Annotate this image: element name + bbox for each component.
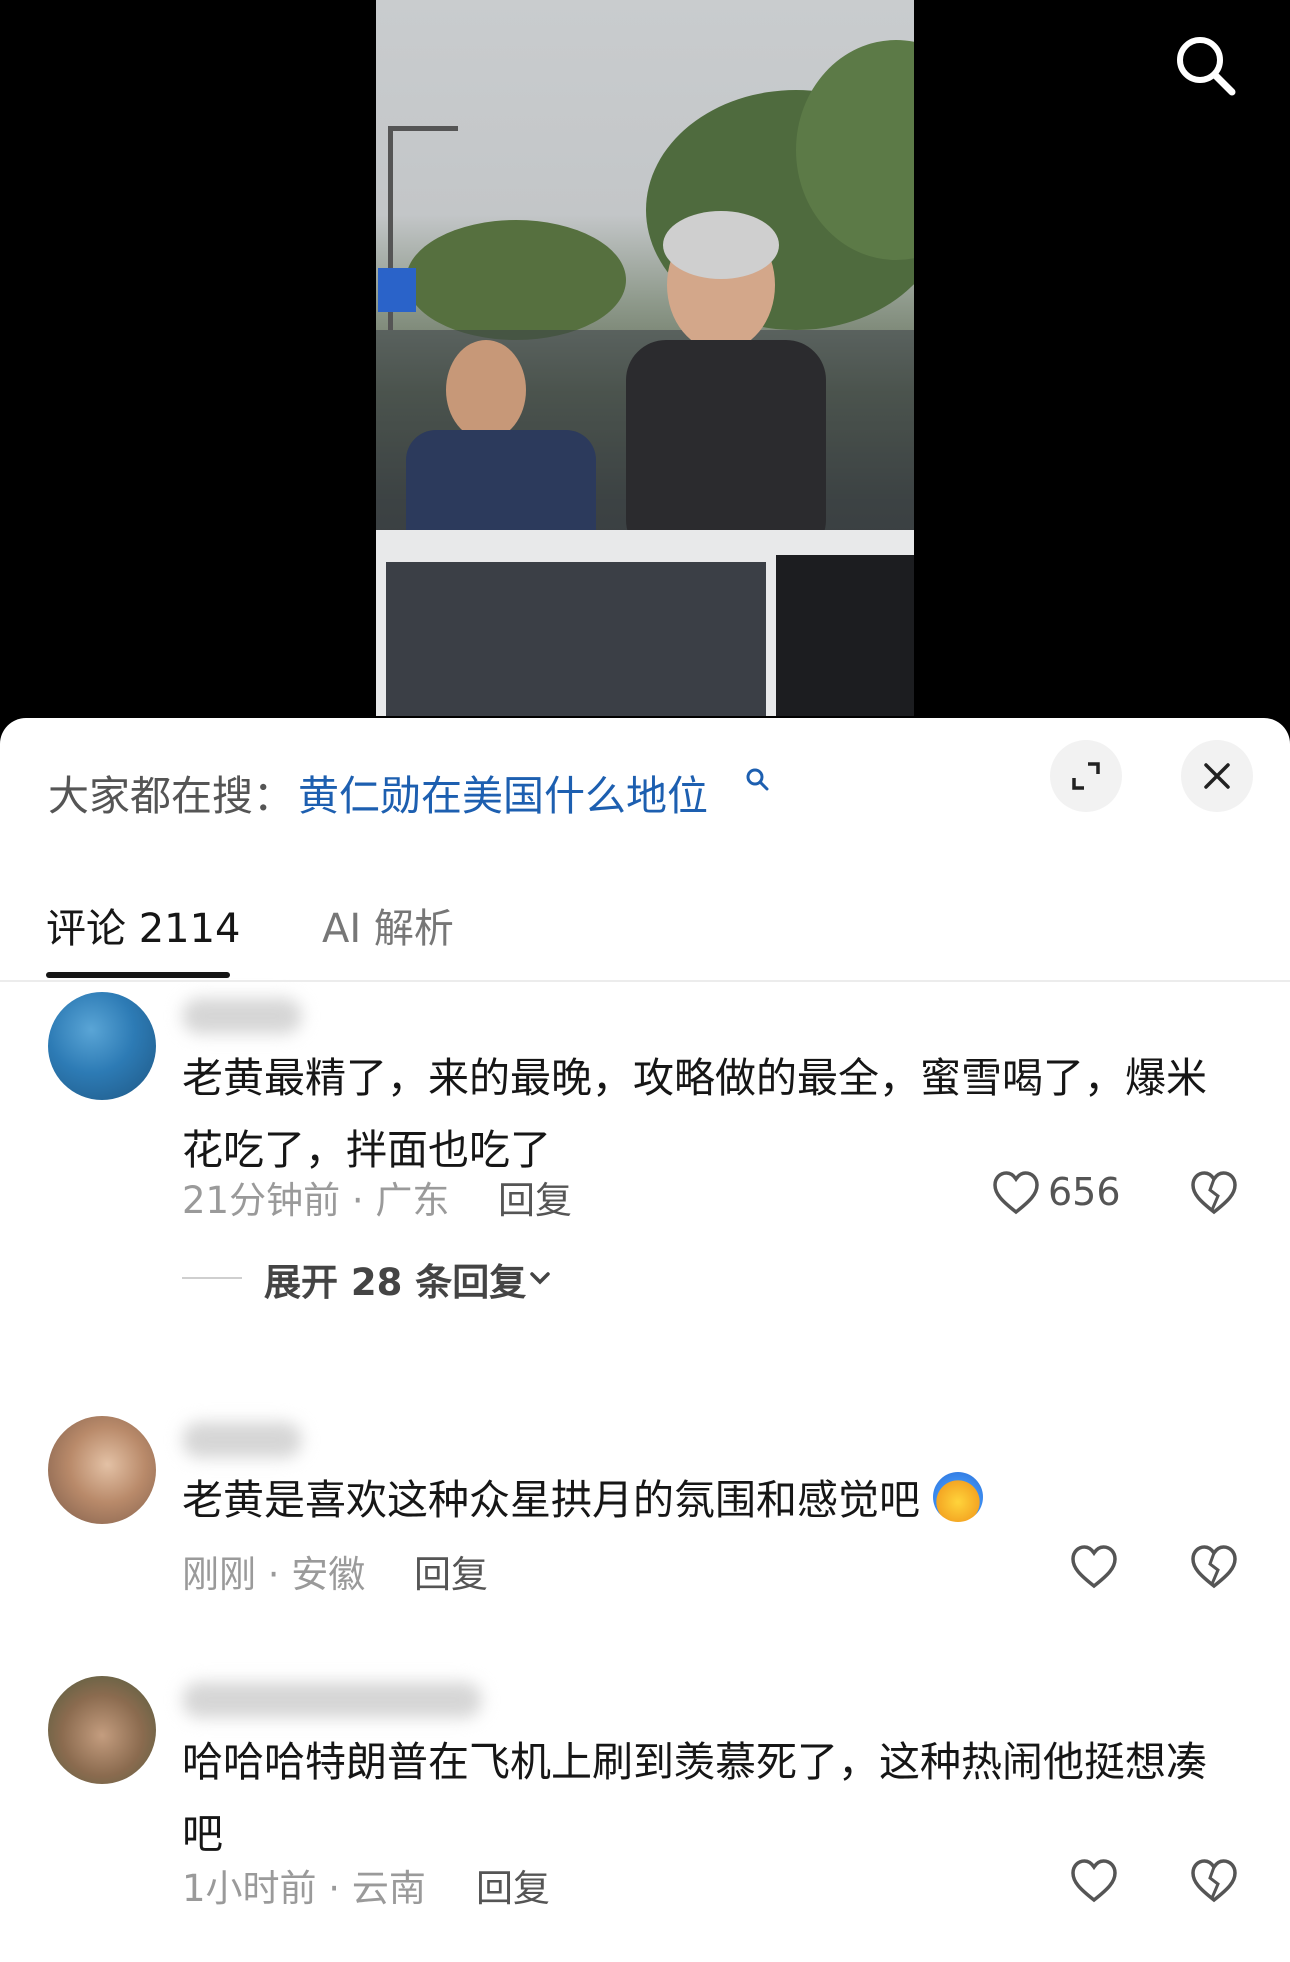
divider-line [182,1277,242,1279]
reply-button[interactable]: 回复 [414,1544,488,1598]
comment-text: 哈哈哈特朗普在飞机上刷到羡慕死了，这种热闹他挺想凑吧 [182,1738,1207,1858]
tab-ai-analysis[interactable]: AI 解析 [322,896,454,954]
close-button[interactable] [1181,740,1253,812]
broken-heart-icon [1191,1171,1237,1215]
emoji-icon [933,1472,984,1522]
search-icon [746,768,769,791]
comment-meta: 刚刚 · 安徽 [182,1553,366,1596]
comment-text: 老黄最精了，来的最晚，攻略做的最全，蜜雪喝了，爆米花吃了，拌面也吃了 [182,1054,1207,1174]
active-tab-indicator [46,972,230,978]
video-frame[interactable] [376,0,914,716]
dislike-button[interactable] [1190,1544,1242,1596]
comment-item: 老黄最精了，来的最晚，攻略做的最全，蜜雪喝了，爆米花吃了，拌面也吃了 21分钟前… [0,982,1290,1402]
heart-icon [993,1171,1039,1215]
like-button[interactable] [1070,1542,1122,1594]
like-count: 656 [1048,1170,1121,1214]
reply-button[interactable]: 回复 [498,1170,572,1224]
tab-bar: 评论 2114 AI 解析 [0,868,1290,982]
comment-text-content: 老黄是喜欢这种众星拱月的氛围和感觉吧 [182,1476,920,1524]
expand-button[interactable] [1050,740,1122,812]
dislike-button[interactable] [1190,1858,1242,1910]
broken-heart-icon [1191,1545,1237,1589]
heart-icon [1071,1859,1117,1903]
expand-replies-button[interactable]: 展开 28 条回复 [182,1252,582,1304]
chevron-down-icon [530,1272,550,1285]
avatar[interactable] [48,1676,156,1784]
trending-label: 大家都在搜： [48,772,294,820]
video-player[interactable] [0,0,1290,730]
search-icon [1177,37,1236,96]
avatar[interactable] [48,992,156,1100]
like-button[interactable]: 656 [992,1168,1132,1220]
expand-replies-label: 展开 28 条回复 [264,1261,527,1304]
comment-meta: 1小时前 · 云南 [182,1867,426,1910]
comment-sheet: 大家都在搜： 黄仁勋在美国什么地位 评论 2114 AI 解析 老黄最精了，来的… [0,718,1290,1962]
comment-meta: 21分钟前 · 广东 [182,1179,450,1222]
reply-button[interactable]: 回复 [476,1858,550,1912]
avatar[interactable] [48,1416,156,1524]
dislike-button[interactable] [1190,1170,1242,1222]
tab-comments[interactable]: 评论 2114 [46,896,241,954]
close-icon [1204,763,1230,789]
search-button[interactable] [1170,30,1240,100]
comment-text: 老黄是喜欢这种众星拱月的氛围和感觉吧 [182,1464,1242,1536]
comment-item: 老黄是喜欢这种众星拱月的氛围和感觉吧 刚刚 · 安徽 回复 [0,1408,1290,1688]
trending-query-link[interactable]: 黄仁勋在美国什么地位 [298,762,708,822]
heart-icon [1071,1545,1117,1589]
expand-icon [1072,762,1100,790]
username-blurred[interactable] [182,1682,482,1718]
username-blurred[interactable] [182,1422,302,1458]
broken-heart-icon [1191,1859,1237,1903]
like-button[interactable] [1070,1856,1122,1908]
comment-item: 哈哈哈特朗普在飞机上刷到羡慕死了，这种热闹他挺想凑吧 1小时前 · 云南 回复 [0,1668,1290,1962]
username-blurred[interactable] [182,998,302,1034]
sheet-header: 大家都在搜： 黄仁勋在美国什么地位 [0,718,1290,848]
